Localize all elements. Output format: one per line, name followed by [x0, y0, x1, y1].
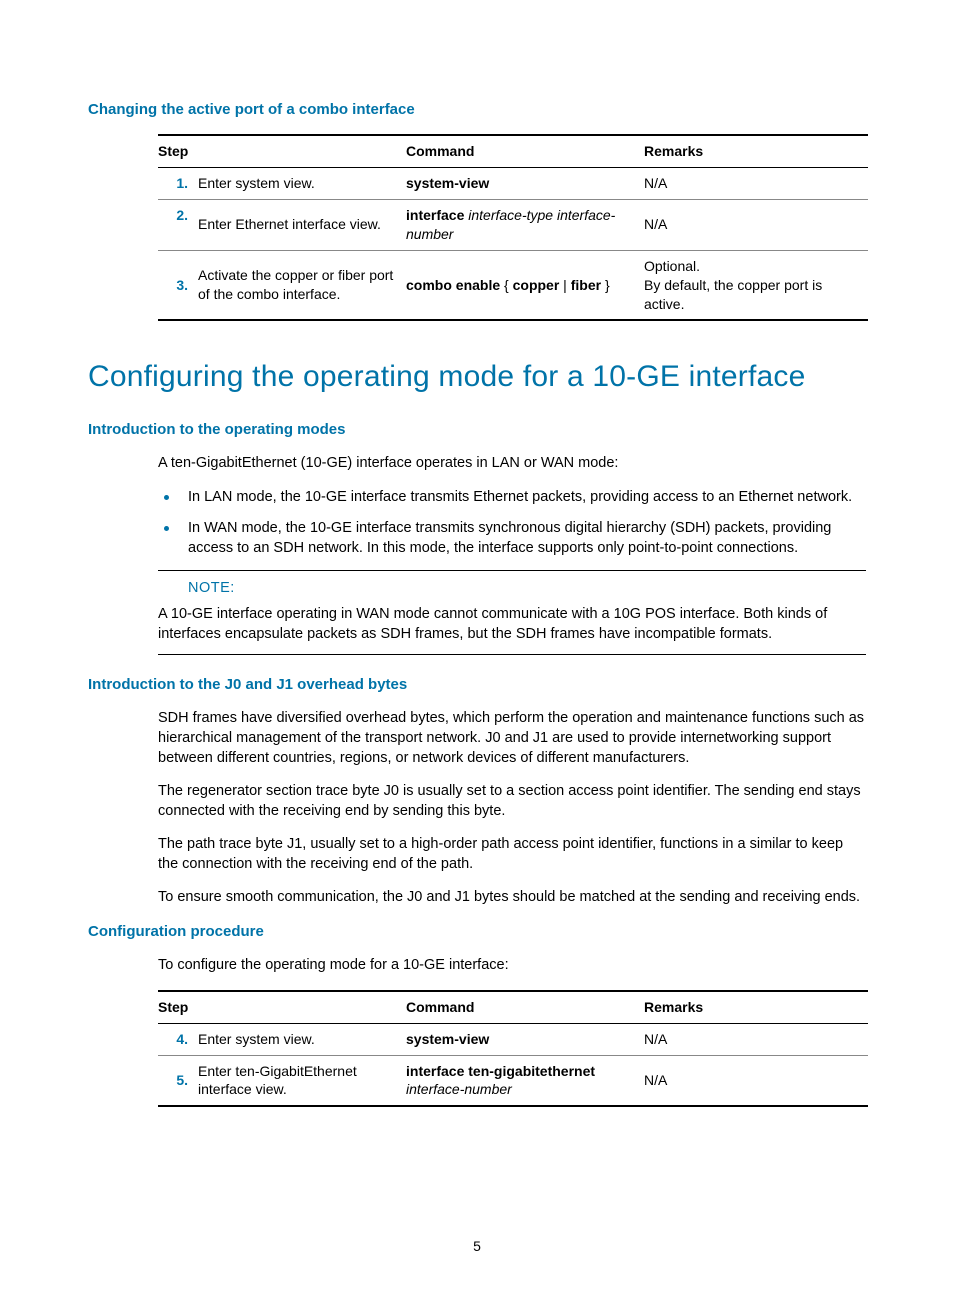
step-desc: Enter ten-GigabitEthernet interface view… [198, 1055, 406, 1106]
step-remarks: N/A [644, 1023, 868, 1055]
heading-j0-j1: Introduction to the J0 and J1 overhead b… [88, 675, 866, 695]
step-number: 1. [158, 168, 198, 200]
step-number: 2. [158, 200, 198, 251]
step-command: interface interface-type interface-numbe… [406, 200, 644, 251]
page-number: 5 [0, 1237, 954, 1256]
table-row: 3. Activate the copper or fiber port of … [158, 250, 868, 320]
col-command: Command [406, 135, 644, 167]
step-remarks: Optional. By default, the copper port is… [644, 250, 868, 320]
table-row: 2. Enter Ethernet interface view. interf… [158, 200, 868, 251]
step-remarks: N/A [644, 200, 868, 251]
heading-change-active-port: Changing the active port of a combo inte… [88, 100, 866, 120]
step-command: system-view [406, 168, 644, 200]
intro-text: A ten-GigabitEthernet (10-GE) interface … [158, 454, 866, 474]
table-combo-interface: Step Command Remarks 1. Enter system vie… [158, 134, 868, 321]
step-number: 3. [158, 250, 198, 320]
body-text: The regenerator section trace byte J0 is… [158, 782, 866, 821]
step-number: 4. [158, 1023, 198, 1055]
heading-configure-10ge: Configuring the operating mode for a 10-… [88, 357, 866, 398]
table-row: 1. Enter system view. system-view N/A [158, 168, 868, 200]
note-text: A 10-GE interface operating in WAN mode … [158, 605, 866, 644]
heading-intro-modes: Introduction to the operating modes [88, 420, 866, 440]
col-step: Step [158, 991, 406, 1023]
note-label: NOTE: [188, 579, 866, 599]
step-command: system-view [406, 1023, 644, 1055]
list-item: In WAN mode, the 10-GE interface transmi… [158, 519, 866, 558]
step-remarks: N/A [644, 168, 868, 200]
note-box: NOTE: A 10-GE interface operating in WAN… [158, 570, 866, 655]
step-desc: Enter system view. [198, 168, 406, 200]
list-item: In LAN mode, the 10-GE interface transmi… [158, 488, 866, 508]
table-row: 5. Enter ten-GigabitEthernet interface v… [158, 1055, 868, 1106]
mode-list: In LAN mode, the 10-GE interface transmi… [158, 488, 866, 559]
step-desc: Enter system view. [198, 1023, 406, 1055]
step-desc: Activate the copper or fiber port of the… [198, 250, 406, 320]
col-remarks: Remarks [644, 135, 868, 167]
table-10ge-config: Step Command Remarks 4. Enter system vie… [158, 990, 868, 1108]
body-text: SDH frames have diversified overhead byt… [158, 709, 866, 768]
step-remarks: N/A [644, 1055, 868, 1106]
step-command: interface ten-gigabitethernet interface-… [406, 1055, 644, 1106]
col-step: Step [158, 135, 406, 167]
table-row: 4. Enter system view. system-view N/A [158, 1023, 868, 1055]
col-command: Command [406, 991, 644, 1023]
col-remarks: Remarks [644, 991, 868, 1023]
body-text: The path trace byte J1, usually set to a… [158, 835, 866, 874]
heading-config-procedure: Configuration procedure [88, 922, 866, 942]
step-number: 5. [158, 1055, 198, 1106]
intro-text: To configure the operating mode for a 10… [158, 956, 866, 976]
step-command: combo enable { copper | fiber } [406, 250, 644, 320]
step-desc: Enter Ethernet interface view. [198, 200, 406, 251]
body-text: To ensure smooth communication, the J0 a… [158, 888, 866, 908]
